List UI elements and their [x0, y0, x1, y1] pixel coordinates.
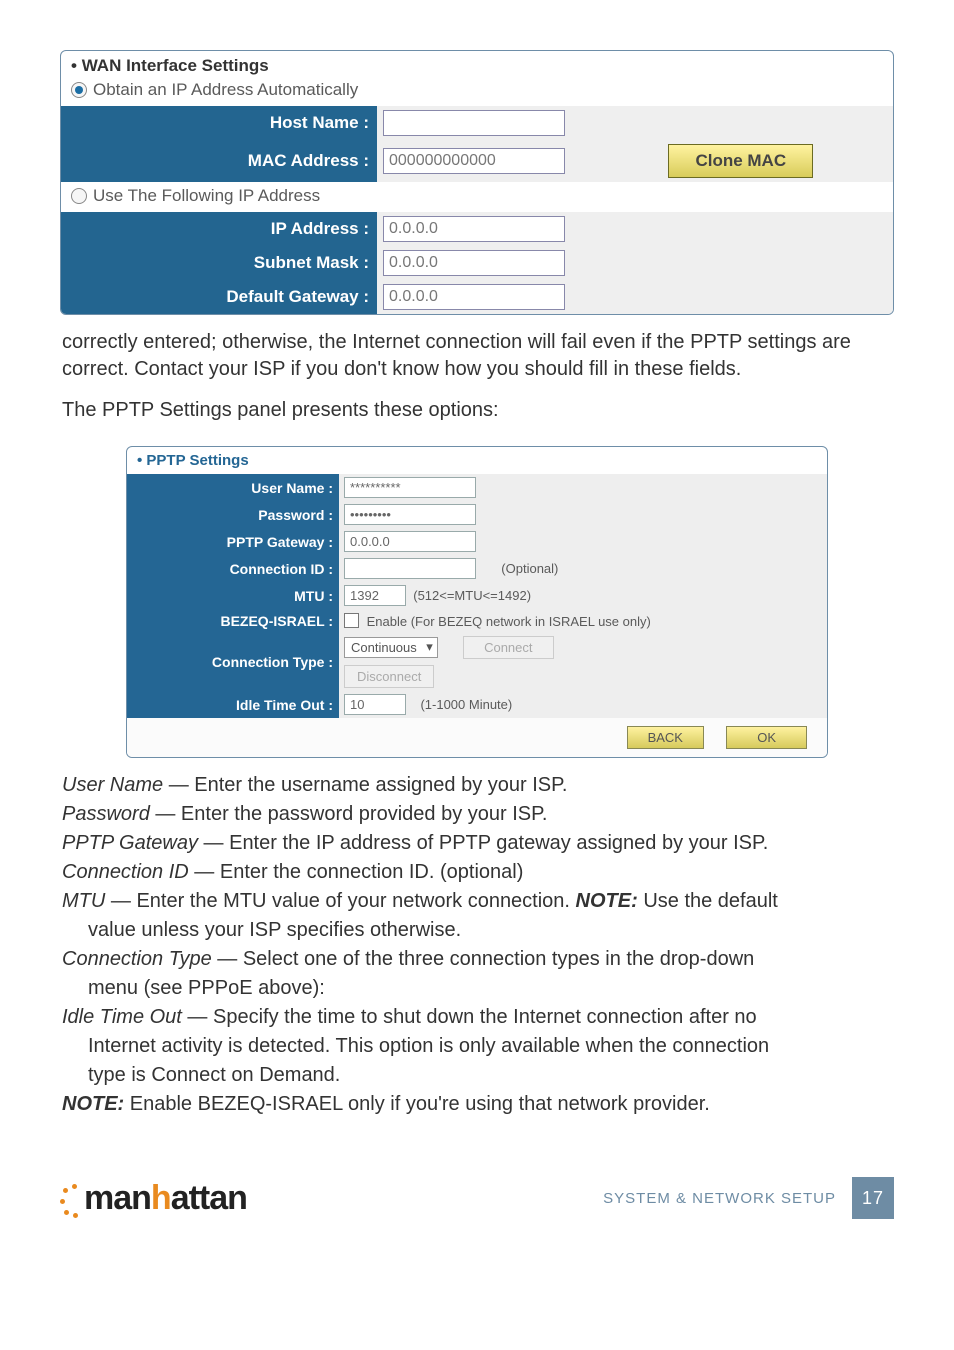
- idle-note: (1-1000 Minute): [420, 697, 512, 712]
- pptp-settings-panel: PPTP Settings User Name : Password : PPT…: [126, 446, 828, 758]
- def-idle-sub1: Internet activity is detected. This opti…: [62, 1033, 892, 1059]
- ip-label: IP Address :: [61, 212, 377, 246]
- def-mtu-d2: Use the default: [638, 890, 778, 912]
- pptp-pwd-label: Password :: [127, 501, 339, 528]
- pptp-title: PPTP Settings: [127, 447, 827, 474]
- radio-label: Obtain an IP Address Automatically: [93, 80, 358, 100]
- radio-icon: [71, 188, 87, 204]
- pptp-cid-label: Connection ID :: [127, 555, 339, 582]
- def-cid-term: Connection ID: [62, 861, 189, 883]
- connect-button[interactable]: Connect: [463, 636, 553, 659]
- wan-radio-auto[interactable]: Obtain an IP Address Automatically: [61, 76, 893, 106]
- ctype-label: Connection Type :: [127, 633, 339, 691]
- bezeq-label: BEZEQ-ISRAEL :: [127, 609, 339, 633]
- pptp-gw-label: PPTP Gateway :: [127, 528, 339, 555]
- wan-settings-panel: WAN Interface Settings Obtain an IP Addr…: [60, 50, 894, 315]
- host-name-input[interactable]: [383, 110, 565, 136]
- idle-input[interactable]: [344, 694, 406, 715]
- clone-mac-button[interactable]: Clone MAC: [668, 144, 813, 178]
- def-mtu-term: MTU: [62, 890, 105, 912]
- para-entered: correctly entered; otherwise, the Intern…: [62, 329, 892, 383]
- def-gw-term: PPTP Gateway: [62, 832, 198, 854]
- ctype-select[interactable]: Continuous: [344, 637, 438, 658]
- definitions: User Name — Enter the username assigned …: [62, 772, 892, 1117]
- def-idle-sub2: type is Connect on Demand.: [62, 1062, 892, 1088]
- radio-icon: [71, 82, 87, 98]
- def-pwd-desc: — Enter the password provided by your IS…: [150, 803, 548, 825]
- pptp-user-label: User Name :: [127, 474, 339, 501]
- def-mtu-d1: — Enter the MTU value of your network co…: [105, 890, 575, 912]
- gateway-label: Default Gateway :: [61, 280, 377, 314]
- pptp-cid-note: (Optional): [501, 561, 558, 576]
- def-note-term: NOTE:: [62, 1093, 124, 1115]
- subnet-input[interactable]: [383, 250, 565, 276]
- radio-label: Use The Following IP Address: [93, 186, 320, 206]
- section-label: SYSTEM & NETWORK SETUP: [603, 1190, 836, 1207]
- wan-title: WAN Interface Settings: [61, 51, 893, 76]
- ip-input[interactable]: [383, 216, 565, 242]
- para-options: The PPTP Settings panel presents these o…: [62, 397, 892, 424]
- bezeq-checkbox[interactable]: [344, 613, 359, 628]
- def-pwd-term: Password: [62, 803, 150, 825]
- pptp-gw-input[interactable]: [344, 531, 476, 552]
- pptp-mtu-label: MTU :: [127, 582, 339, 609]
- pptp-mtu-input[interactable]: [344, 585, 406, 606]
- brand-h: h: [151, 1179, 171, 1217]
- ok-button[interactable]: OK: [726, 726, 807, 749]
- host-name-label: Host Name :: [61, 106, 377, 140]
- logo-dots-icon: [60, 1184, 82, 1218]
- bezeq-text: Enable (For BEZEQ network in ISRAEL use …: [367, 614, 651, 629]
- idle-label: Idle Time Out :: [127, 691, 339, 718]
- def-idle-term: Idle Time Out: [62, 1006, 182, 1028]
- page-footer: manhattan SYSTEM & NETWORK SETUP 17: [60, 1177, 894, 1219]
- def-cid-desc: — Enter the connection ID. (optional): [189, 861, 524, 883]
- def-idle-desc: — Specify the time to shut down the Inte…: [182, 1006, 757, 1028]
- pptp-mtu-note: (512<=MTU<=1492): [413, 588, 531, 603]
- def-user-desc: — Enter the username assigned by your IS…: [163, 774, 567, 796]
- pptp-pwd-input[interactable]: [344, 504, 476, 525]
- brand-part2: attan: [171, 1179, 247, 1217]
- brand-logo: manhattan: [60, 1179, 247, 1218]
- wan-radio-static[interactable]: Use The Following IP Address: [61, 182, 893, 212]
- def-user-term: User Name: [62, 774, 163, 796]
- mac-input[interactable]: [383, 148, 565, 174]
- mac-label: MAC Address :: [61, 140, 377, 182]
- page-number-badge: 17: [852, 1177, 894, 1219]
- def-note-desc: Enable BEZEQ-ISRAEL only if you're using…: [124, 1093, 710, 1115]
- disconnect-button[interactable]: Disconnect: [344, 665, 434, 688]
- def-ctype-desc: — Select one of the three connection typ…: [212, 948, 755, 970]
- pptp-cid-input[interactable]: [344, 558, 476, 579]
- def-mtu-sub: value unless your ISP specifies otherwis…: [62, 917, 892, 943]
- def-mtu-note: NOTE:: [576, 890, 638, 912]
- pptp-user-input[interactable]: [344, 477, 476, 498]
- subnet-label: Subnet Mask :: [61, 246, 377, 280]
- gateway-input[interactable]: [383, 284, 565, 310]
- def-ctype-sub: menu (see PPPoE above):: [62, 975, 892, 1001]
- brand-part1: man: [84, 1179, 151, 1217]
- def-ctype-term: Connection Type: [62, 948, 212, 970]
- back-button[interactable]: BACK: [627, 726, 704, 749]
- def-gw-desc: — Enter the IP address of PPTP gateway a…: [198, 832, 768, 854]
